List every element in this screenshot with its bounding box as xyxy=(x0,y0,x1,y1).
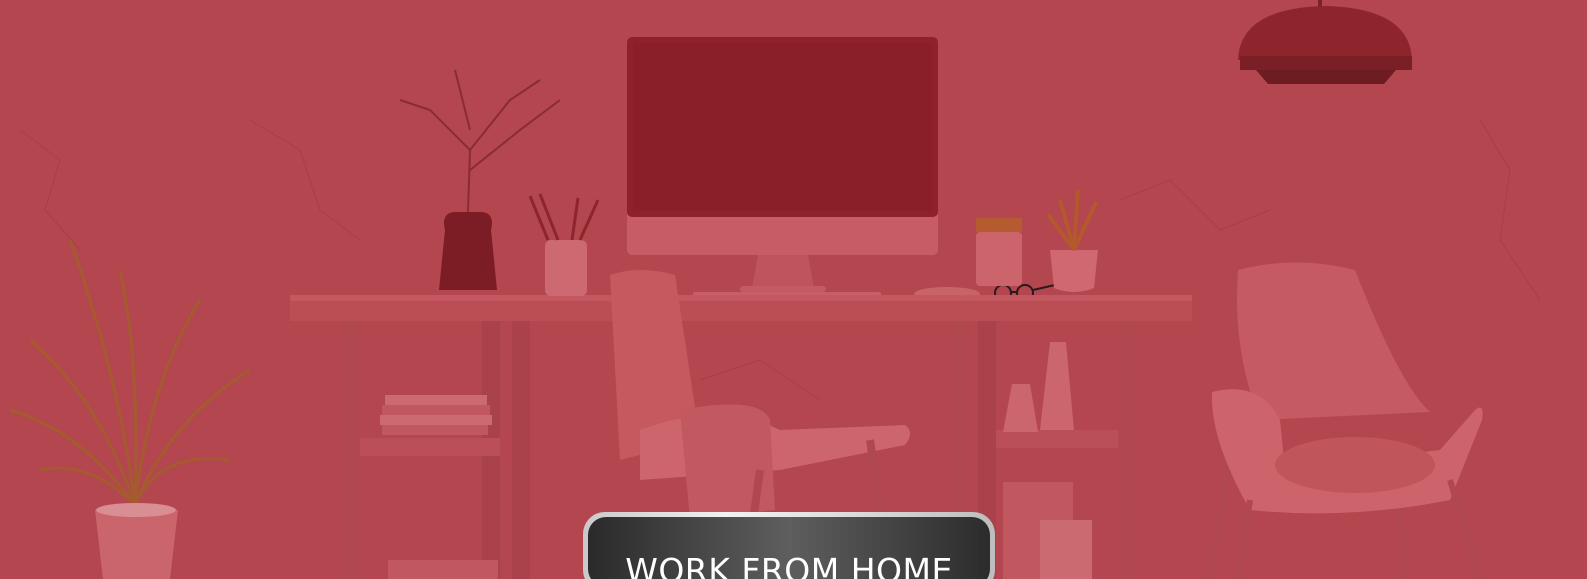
badge-inner: WORK FROM HOME xyxy=(588,517,990,579)
office-scene-illustration xyxy=(0,0,1587,579)
succulent-pot xyxy=(976,218,1022,286)
hero-banner: WORK FROM HOME xyxy=(0,0,1587,579)
floor-books xyxy=(388,560,498,579)
work-from-home-badge: WORK FROM HOME xyxy=(583,512,995,579)
monitor-icon xyxy=(627,37,938,292)
badge-label: WORK FROM HOME xyxy=(625,551,953,579)
